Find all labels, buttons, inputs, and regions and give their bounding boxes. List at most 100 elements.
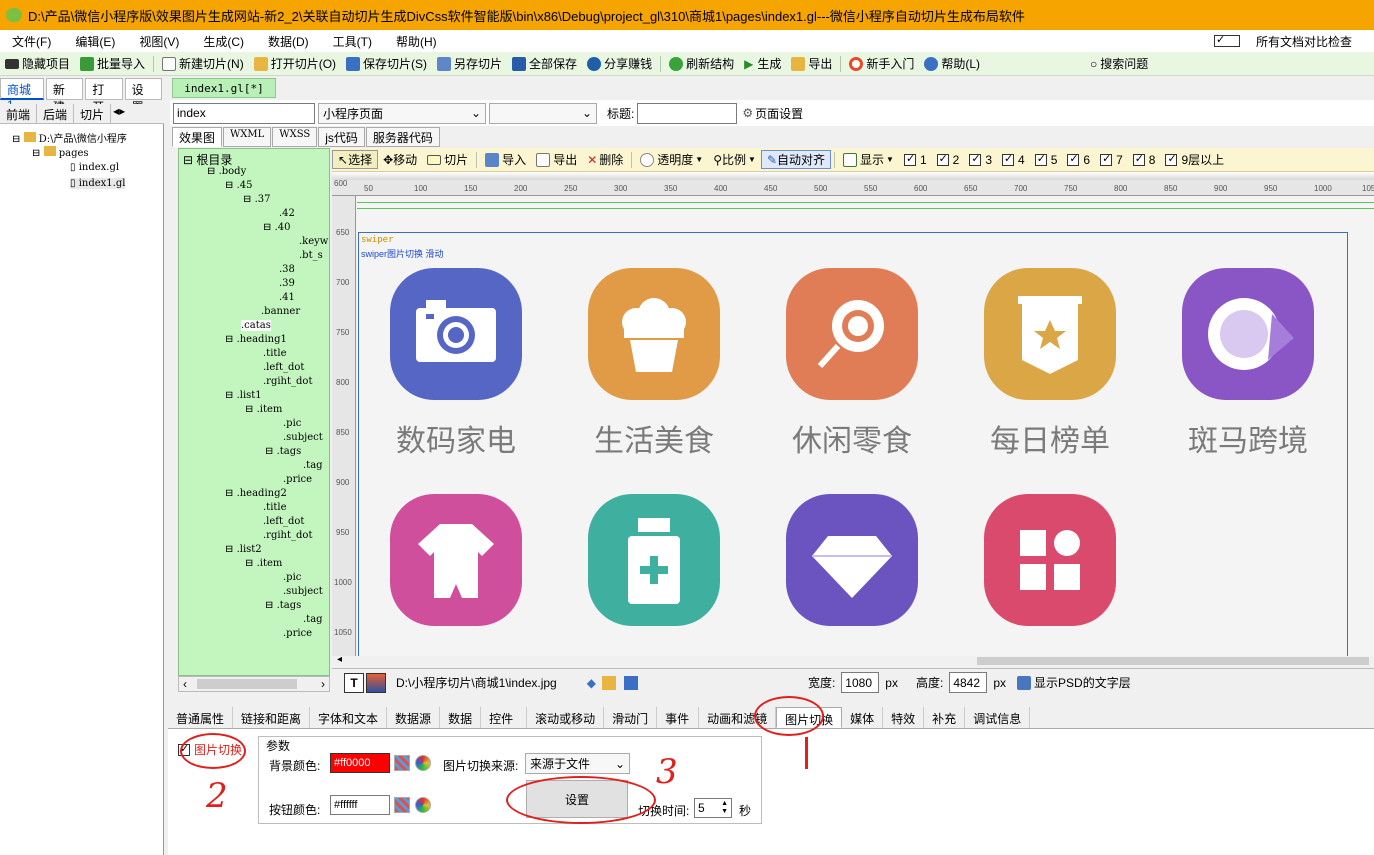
tree-node[interactable]: .subject [283,586,323,597]
save-as-slice-button[interactable]: 另存切片 [432,55,507,72]
menu-help[interactable]: 帮助(H) [384,33,449,50]
select-tool[interactable]: ↖ 选择 [332,150,379,169]
tree-node[interactable]: .subject [283,432,323,443]
tree-node[interactable]: .keyw [299,236,328,247]
image-tool-icon[interactable] [366,672,386,693]
batch-import-button[interactable]: 批量导入 [75,55,150,72]
category-tile-baby[interactable] [390,494,522,626]
tree-node[interactable]: ⊟ .37 [243,194,270,205]
tab-effects[interactable]: 特效 [883,707,925,728]
tab-wxml[interactable]: WXML [223,127,272,147]
layer-3-checkbox[interactable]: 3 [964,152,997,167]
page-type-select[interactable]: 小程序页面 ⌄ [318,102,486,124]
tab-sliding-door[interactable]: 滑动门 [604,707,658,728]
tab-scroll[interactable]: 滚动或移动 [527,707,605,728]
tab-controls[interactable]: 控件 [481,707,528,728]
tree-node[interactable]: ⊟ .item [245,404,282,415]
export-tool[interactable]: 导出 [531,151,582,168]
tab-supplement[interactable]: 补充 [924,707,966,728]
tab-new[interactable]: 新建 [45,78,84,114]
opacity-dropdown[interactable]: 透明度 ▼ [635,151,708,168]
tab-media[interactable]: 媒体 [842,707,884,728]
tree-node[interactable]: .41 [279,292,295,303]
tree-file-index[interactable]: ▯ index.gl [70,162,119,173]
layer-5-checkbox[interactable]: 5 [1030,152,1063,167]
help-button[interactable]: 帮助(L) [919,55,985,72]
scroll-left-icon[interactable]: ‹ [183,677,187,691]
palette-icon[interactable] [394,755,410,771]
scroll-left-icon[interactable]: ◂ [337,654,342,665]
btn-color-input[interactable]: #ffffff [330,795,390,815]
tab-server[interactable]: 服务器代码 [365,127,440,147]
category-tile-jewelry[interactable] [786,494,918,626]
source-select[interactable]: 来源于文件 ⌄ [525,753,630,774]
layer-1-checkbox[interactable]: 1 [899,152,932,167]
slice-tool[interactable]: 切片 [422,151,473,168]
scroll-right-icon[interactable]: › [321,677,325,691]
tree-node[interactable]: .left_dot [263,516,304,527]
tree-node[interactable]: .pic [283,572,301,583]
tree-node[interactable]: .38 [279,264,295,275]
text-tool-icon[interactable]: T [344,672,364,693]
menu-view[interactable]: 视图(V) [127,33,191,50]
tree-node[interactable]: ⊟ .list1 [225,390,262,401]
export-button[interactable]: 导出 [786,55,837,72]
tab-settings[interactable]: 设置 [124,78,162,114]
tree-node[interactable]: .price [283,628,312,639]
page-settings-button[interactable]: ⚙ 页面设置 [737,105,808,122]
tree-node-selected[interactable]: .catas [241,320,271,331]
auto-align-toggle[interactable]: ✎ 自动对齐 [760,150,832,169]
tree-pages-folder[interactable]: ⊟ pages [32,146,89,159]
tree-node[interactable]: .pic [283,418,301,429]
tree-node[interactable]: ⊟ .list2 [225,544,262,555]
folder-icon[interactable] [601,675,616,690]
title-input[interactable] [637,102,738,124]
new-slice-button[interactable]: 新建切片(N) [157,55,249,72]
menu-file[interactable]: 文件(F) [0,33,63,50]
category-tile-snacks[interactable] [786,268,918,400]
save-icon[interactable] [623,675,638,690]
menu-tools[interactable]: 工具(T) [321,33,384,50]
tree-horizontal-scrollbar[interactable]: ‹ › [178,676,330,692]
layer-2-checkbox[interactable]: 2 [932,152,965,167]
tree-root[interactable]: ⊟ D:\产品\微信小程序 [12,130,127,145]
layer-8-checkbox[interactable]: 8 [1128,152,1161,167]
tab-events[interactable]: 事件 [657,707,700,728]
save-slice-button[interactable]: 保存切片(S) [341,55,432,72]
tree-node[interactable]: .rgiht_dot [263,376,312,387]
category-tile-all[interactable] [984,494,1116,626]
menu-edit[interactable]: 编辑(E) [63,33,127,50]
tab-backend[interactable]: 后端 [37,104,75,123]
category-tile-crossborder[interactable] [1182,268,1314,400]
tree-file-index1[interactable]: ▯ index1.gl [70,178,126,189]
layer-4-checkbox[interactable]: 4 [997,152,1030,167]
move-tool[interactable]: ✥ 移动 [378,151,422,168]
color-wheel-icon[interactable] [415,797,431,813]
tree-node[interactable]: ⊟ .body [207,166,246,177]
scroll-thumb[interactable] [197,679,297,689]
tab-font[interactable]: 字体和文本 [310,707,388,728]
stepper-arrows-icon[interactable]: ▲ ▼ [721,800,728,816]
search-issue-button[interactable]: ○ 搜索问题 [1085,55,1153,72]
category-tile-digital[interactable] [390,268,522,400]
tree-node[interactable]: .left_dot [263,362,304,373]
palette-icon[interactable] [394,797,410,813]
tab-links[interactable]: 链接和距离 [233,707,311,728]
tree-node[interactable]: ⊟ .heading2 [225,488,287,499]
tree-node[interactable]: .rgiht_dot [263,530,312,541]
tree-node[interactable]: .price [283,474,312,485]
bg-color-input[interactable]: #ff0000 [330,753,390,773]
tab-general[interactable]: 普通属性 [168,707,234,728]
color-wheel-icon[interactable] [415,755,431,771]
category-tile-food[interactable] [588,268,720,400]
tree-node[interactable]: ⊟ .45 [225,180,252,191]
generate-button[interactable]: ▶ 生成 [739,55,786,72]
tree-node[interactable]: ⊟ .item [245,558,282,569]
display-dropdown[interactable]: 显示 ▼ [838,151,899,168]
show-psd-text-layer-button[interactable]: 显示PSD的文字层 [1012,674,1136,691]
menu-generate[interactable]: 生成(C) [191,33,256,50]
tree-node[interactable]: .tag [303,614,323,625]
tree-node[interactable]: .42 [279,208,295,219]
tab-open[interactable]: 打开 [85,78,123,114]
beginner-button[interactable]: 新手入门 [844,55,919,72]
